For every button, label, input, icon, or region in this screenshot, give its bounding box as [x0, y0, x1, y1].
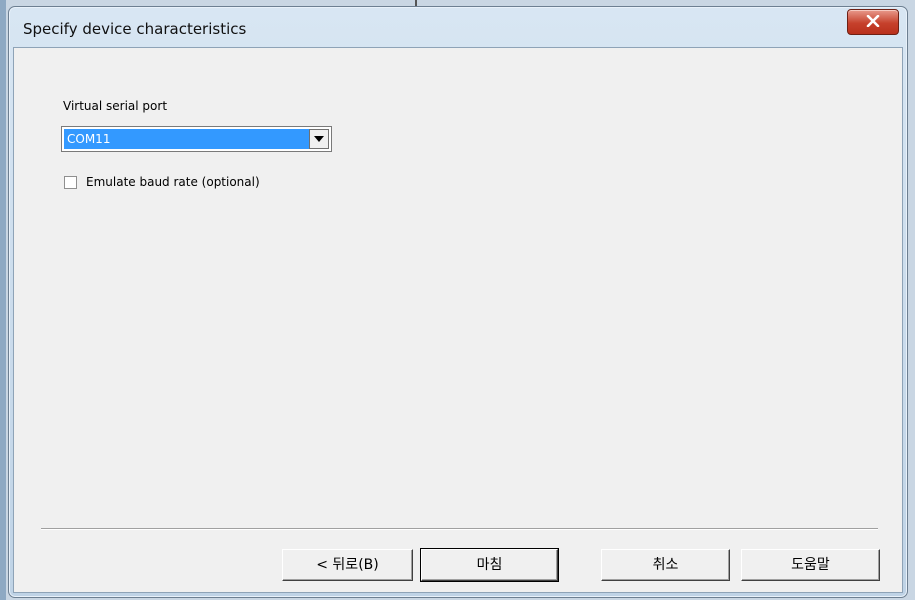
back-button[interactable]: < 뒤로(B) [282, 549, 413, 581]
close-icon [866, 15, 880, 27]
emulate-baud-rate-checkbox[interactable] [64, 176, 77, 189]
cancel-button[interactable]: 취소 [601, 549, 730, 581]
selected-port-value: COM11 [64, 129, 309, 149]
virtual-serial-port-label: Virtual serial port [63, 99, 168, 113]
title-bar[interactable]: Specify device characteristics [9, 7, 907, 47]
footer-separator [41, 528, 878, 530]
finish-button[interactable]: 마침 [420, 548, 559, 582]
dialog-window: Specify device characteristics Virtual s… [8, 6, 908, 598]
close-button[interactable] [847, 9, 899, 35]
window-title: Specify device characteristics [23, 20, 247, 38]
dialog-body: Virtual serial port COM11 Emulate baud r… [13, 47, 903, 593]
dropdown-button[interactable] [309, 129, 329, 149]
virtual-serial-port-select[interactable]: COM11 [61, 126, 332, 152]
help-button[interactable]: 도움말 [741, 549, 880, 581]
emulate-baud-rate-label[interactable]: Emulate baud rate (optional) [86, 175, 260, 189]
chevron-down-icon [314, 136, 324, 142]
background-window-edge [0, 0, 6, 600]
